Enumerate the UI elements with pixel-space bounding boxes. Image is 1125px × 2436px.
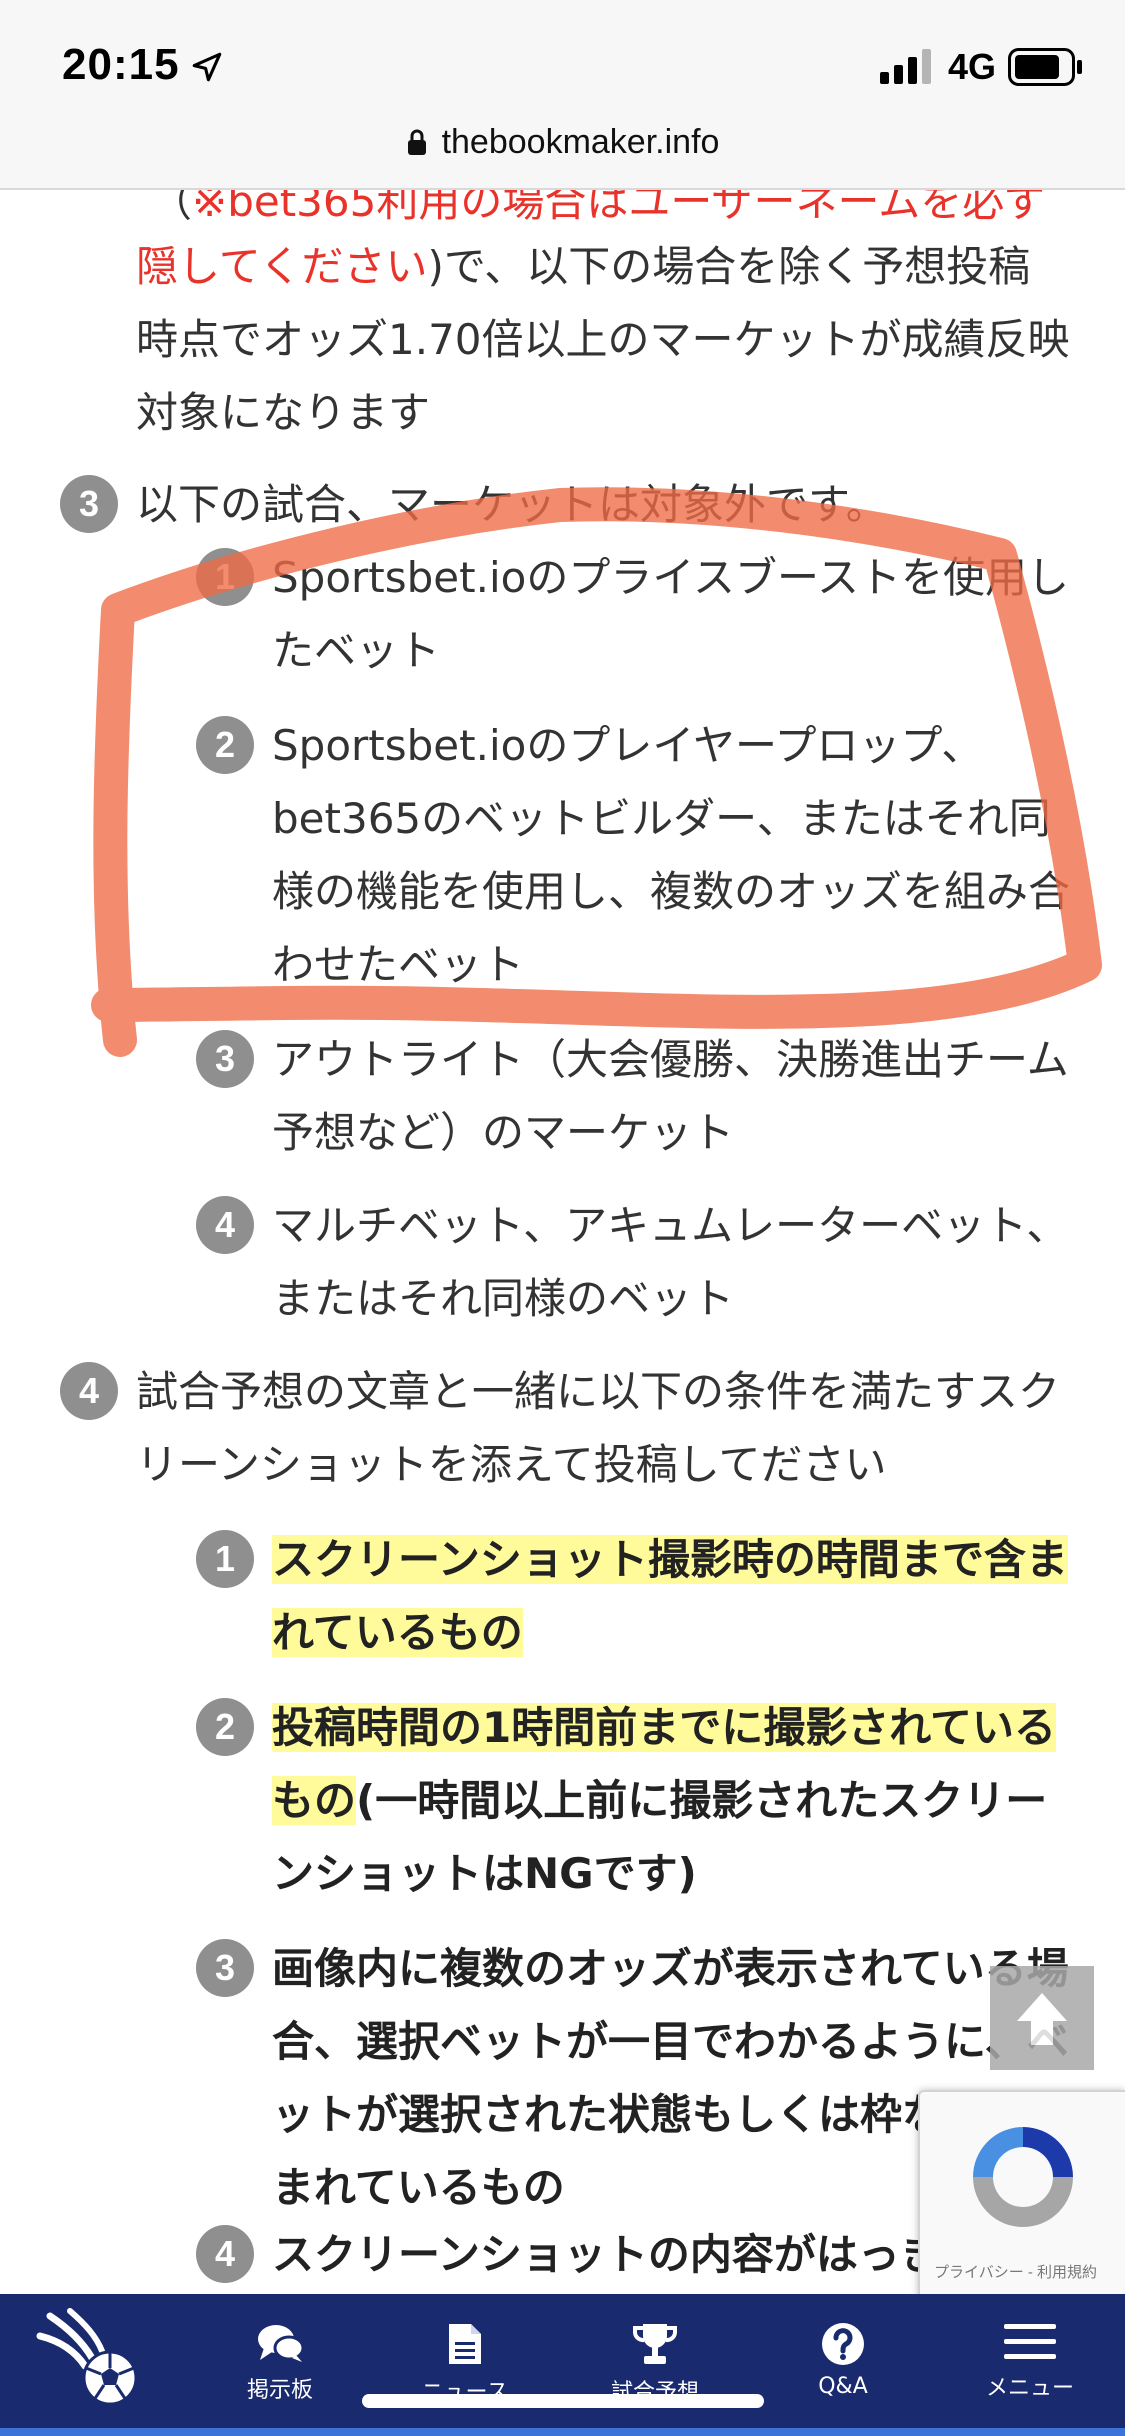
recaptcha-label: プライバシー - 利用規約 [934,2264,1098,2281]
section3-number-badge: 3 [60,475,118,533]
nav-item-menu[interactable]: メニュー [955,2322,1105,2422]
intro-line-4: 対象になります [136,388,431,437]
document-icon [449,2324,481,2364]
s4-item1-badge: 1 [196,1530,254,1588]
s4-item1-highlight1: スクリーンショット撮影時の時間まで含ま [272,1535,1068,1584]
nav-label-forum: 掲示板 [246,2378,313,2403]
url-text: thebookmaker.info [441,122,720,161]
s3-item1-line2: たベット [272,626,441,675]
nav-item-forum[interactable]: 掲示板 [205,2322,355,2422]
location-arrow-icon [192,52,222,82]
s4-item3-line2: 合、選択ベットが一目でわかるように、ベ [272,2017,1069,2066]
recaptcha-logo-icon [973,2127,1073,2227]
s3-item4-line2: またはそれ同様のベット [272,1274,735,1323]
s3-item2-badge: 2 [196,716,254,774]
s4-item2-rest: (一時間以上前に撮影されたスクリー [356,1776,1048,1825]
section4-title-line2: リーンショットを添えて投稿してださい [136,1440,887,1489]
scroll-to-top-button[interactable] [990,1966,1094,2070]
status-time: 20:15 [62,40,180,89]
s3-item1-badge: 1 [196,548,254,606]
lock-icon [407,129,426,155]
network-type: 4G [948,46,997,87]
s4-item4-badge: 4 [196,2225,254,2283]
s3-item1-line1: Sportsbet.ioのプライスブーストを使用し [272,553,1069,602]
bottom-navigation: 掲示板 ニュース 試合予想 Q&A メニュー [0,2294,1125,2436]
battery-icon [1008,48,1082,86]
s4-item3-line1: 画像内に複数のオッズが表示されている場 [272,1944,1069,1993]
s4-item2-highlight1: 投稿時間の1時間前までに撮影されている [272,1703,1056,1752]
s4-item2-line2: もの(一時間以上前に撮影されたスクリー [272,1764,1047,1837]
s4-item1-line2: れているもの [272,1596,523,1669]
s4-item2-highlight2: もの [272,1776,357,1825]
s3-item2-line3: 様の機能を使用し、複数のオッズを組み合 [272,867,1071,916]
intro-line2-rest: )で、以下の場合を除く予想投稿 [427,242,1031,291]
s4-item3-badge: 3 [196,1939,254,1997]
intro-red-line2: 隠してください [136,242,428,291]
s4-item2-line3: ンショットはNGです) [272,1849,697,1898]
nav-label-qa: Q&A [818,2374,868,2399]
s3-item4-line1: マルチベット、アキュムレーターベット、 [272,1201,1069,1250]
s4-item1-line1: スクリーンショット撮影時の時間まで含ま [272,1523,1068,1596]
section4-number-badge: 4 [60,1362,118,1420]
section4-title-line1: 試合予想の文章と一緒に以下の条件を満たすスク [136,1367,1061,1416]
s3-item4-badge: 4 [196,1196,254,1254]
s3-item2-line4: わせたベット [272,940,525,989]
s3-item3-badge: 3 [196,1030,254,1088]
s4-item3-line4: まれているもの [272,2163,565,2212]
s3-item2-line1: Sportsbet.ioのプレイヤープロップ、 [272,721,984,770]
section3-title: 以下の試合、マーケットは対象外です。 [136,480,888,529]
s4-item2-badge: 2 [196,1698,254,1756]
intro-line-3: 時点でオッズ1.70倍以上のマーケットが成績反映 [136,315,1070,364]
home-indicator[interactable] [362,2394,764,2408]
nav-label-menu: メニュー [985,2376,1074,2401]
signal-icon [880,49,931,84]
hamburger-menu-icon [1004,2324,1056,2359]
s3-item2-line2: bet365のベットビルダー、またはそれ同 [272,794,1051,843]
s4-item1-highlight2: れているもの [272,1608,523,1657]
site-logo-soccer-ball-icon [36,2308,138,2406]
s3-item3-line2: 予想など）のマーケット [272,1108,735,1157]
browser-top-bar: 20:15 4G thebookmaker.info [0,0,1125,190]
recaptcha-badge[interactable]: プライバシー - 利用規約 [918,2090,1125,2300]
question-icon [822,2323,864,2365]
intro-line-2: 隠してください)で、以下の場合を除く予想投稿 [136,230,1030,303]
nav-item-qa[interactable]: Q&A [768,2322,918,2422]
url-bar[interactable]: thebookmaker.info [0,118,1125,166]
trophy-icon [632,2324,678,2364]
chat-bubbles-icon [258,2325,304,2362]
page: 20:15 4G thebookmaker.info （※bet365利用の場合… [0,0,1125,2436]
s4-item2-line1: 投稿時間の1時間前までに撮影されている [272,1691,1056,1764]
s3-item3-line1: アウトライト（大会優勝、決勝進出チーム [272,1035,1069,1084]
bottom-accent-strip [0,2428,1125,2436]
arrow-up-icon [1017,1993,1067,2045]
